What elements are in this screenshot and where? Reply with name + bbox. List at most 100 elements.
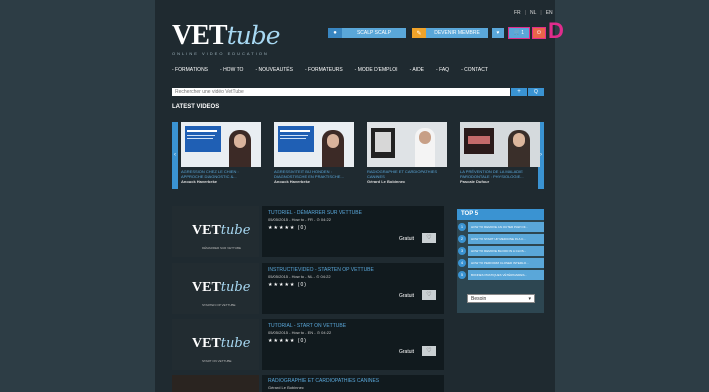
video-info: RADIOGRAPHIE ET CARDIOPATHIES CANINES Gé… [262,375,444,392]
top5-rank: 4 [458,259,466,267]
carousel-prev-button[interactable]: ‹ [172,122,178,189]
video-meta: 05/05/2015 - How to - EN - ⊙ 04:22 [268,330,332,335]
favorite-button[interactable]: ♡ [422,290,436,300]
scalp-button[interactable]: ● SCALP SCALP [328,28,406,38]
top5-label: HOW TO REMOVE BLOOD IN A CLOS... [468,246,544,256]
chevron-right-icon: › [540,152,542,158]
latest-video-author: Pascale Dufour [460,179,490,184]
video-info: TUTORIAL - START ON VETTUBE 05/05/2015 -… [262,319,444,370]
pencil-icon: ✎ [412,28,426,38]
star-rating[interactable]: ★★★★★ (0) [268,338,438,344]
favorite-button[interactable]: ♡ [422,346,436,356]
video-thumbnail [181,122,261,167]
thumb-logo-main: VET [192,280,221,295]
chevron-down-icon: ▾ [528,296,531,302]
video-title[interactable]: RADIOGRAPHIE ET CARDIOPATHIES CANINES [268,378,438,384]
user-icon: ● [328,28,342,38]
latest-video-card[interactable]: LA PRÉVENTION DE LA MALADIE PARODONTALE … [460,122,540,184]
thumb-caption: DÉMARRER SUR VETTUBE [202,246,242,250]
logo-main-text: VET [172,20,228,51]
top5-item[interactable]: 1 HOW TO REMOVE AN OUTER PAW OF... [457,222,544,232]
video-meta: Gérard Le Bobinnec [268,385,304,390]
top5-rank: 5 [458,271,466,279]
video-thumbnail [460,122,540,167]
video-title[interactable]: TUTORIAL - START ON VETTUBE [268,323,438,329]
price-label: Gratuit [398,293,414,299]
star-rating[interactable]: ★★★★★ (0) [268,282,438,288]
cart-button[interactable]: 🛒 1 [508,27,530,39]
favorite-button[interactable]: ♡ [422,233,436,243]
site-logo[interactable]: VETtube ONLINE VIDEO EDUCATION [172,20,281,57]
video-row[interactable]: VETtube STARTEN OP VETTUBE INSTRUCTIEVID… [172,263,444,314]
video-title[interactable]: TUTORIEL - DÉMARRER SUR VETTUBE [268,210,438,216]
nav-item-faq[interactable]: - FAQ [436,67,449,73]
video-thumbnail [274,122,354,167]
top5-rank: 2 [458,235,466,243]
language-switcher: FR | NL | EN [512,9,555,17]
main-nav: - FORMATIONS - HOW TO - NOUVEAUTÉS - FOR… [172,67,488,73]
latest-video-title: LA PRÉVENTION DE LA MALADIE PARODONTALE … [460,169,524,179]
nav-item-formateurs[interactable]: - FORMATEURS [305,67,343,73]
lang-separator: | [524,10,526,16]
top5-label: BONNES PRATIQUES VÉTÉRINAIRES... [468,270,544,280]
lang-separator: | [540,10,542,16]
video-thumbnail: VETtube STARTEN OP VETTUBE [172,263,259,314]
video-row[interactable]: VETtube START ON VETTUBE TUTORIAL - STAR… [172,319,444,370]
top5-item[interactable]: 5 BONNES PRATIQUES VÉTÉRINAIRES... [457,270,544,280]
video-meta: 05/05/2015 - How to - FR - ⊙ 04:22 [268,217,331,222]
nav-item-nouveautes[interactable]: - NOUVEAUTÉS [255,67,293,73]
top5-rank: 3 [458,247,466,255]
search-input[interactable] [172,88,510,96]
thumb-logo-script: tube [220,280,251,295]
thumb-logo-main: VET [192,223,221,238]
needs-select-value: Besoin [471,296,487,302]
logo-tagline: ONLINE VIDEO EDUCATION [172,51,269,56]
logout-button[interactable]: ⏻ [532,27,546,39]
become-member-button[interactable]: ✎ DEVENIR MEMBRE [412,28,488,38]
star-rating[interactable]: ★★★★★ (0) [268,225,438,231]
cart-icon: 🛒 [513,30,521,36]
member-label: DEVENIR MEMBRE [434,30,480,36]
lang-nl[interactable]: NL [528,9,538,17]
cart-count: 1 [521,30,524,36]
nav-item-formations[interactable]: - FORMATIONS [172,67,208,73]
latest-video-card[interactable]: RADIOGRAPHIE ET CARDIOPATHIES CANINES Gé… [367,122,447,184]
top5-title: TOP 5 [457,209,544,220]
lang-en[interactable]: EN [544,9,555,17]
latest-video-title: AGRESSION CHEZ LE CHIEN : APPROCHE DIAGN… [181,169,239,179]
video-info: INSTRUCTIEVIDEO - STARTEN OP VETTUBE 05/… [262,263,444,314]
nav-item-contact[interactable]: - CONTACT [461,67,488,73]
lang-fr[interactable]: FR [512,9,523,17]
latest-video-card[interactable]: AGRESSION CHEZ LE CHIEN : APPROCHE DIAGN… [181,122,261,184]
thumb-caption: STARTEN OP VETTUBE [202,303,236,307]
heart-icon: ♡ [426,292,432,298]
latest-video-card[interactable]: AGRESSIVITEIT BIJ HONDEN : DIAGNOSTISCHE… [274,122,354,184]
video-row[interactable]: RADIOGRAPHIE ET CARDIOPATHIES CANINES Gé… [172,375,444,392]
top5-item[interactable]: 2 HOW TO START UP MEDICINE IN A C... [457,234,544,244]
power-icon: ⏻ [537,30,541,36]
top5-item[interactable]: 4 HOW TO PERFORM CLOSED INTERLO... [457,258,544,268]
chevron-left-icon: ‹ [174,152,176,158]
nav-item-how-to[interactable]: - HOW TO [220,67,243,73]
top5-label: HOW TO START UP MEDICINE IN A C... [468,234,544,244]
nav-item-mode-emploi[interactable]: - MODE D'EMPLOI [355,67,398,73]
thumb-caption: START ON VETTUBE [202,359,232,363]
search-button[interactable]: Q [528,88,544,96]
heart-icon: ♡ [426,235,432,241]
page-background-right [554,0,709,392]
latest-video-title: RADIOGRAPHIE ET CARDIOPATHIES CANINES [367,169,438,179]
top5-label: HOW TO REMOVE AN OUTER PAW OF... [468,222,544,232]
heart-icon: ♥ [496,30,500,36]
video-title[interactable]: INSTRUCTIEVIDEO - STARTEN OP VETTUBE [268,267,438,273]
annotation-marker: D [548,18,564,43]
latest-video-author: Gérard Le Bobinnec [367,179,406,184]
video-info: TUTORIEL - DÉMARRER SUR VETTUBE 05/05/20… [262,206,444,257]
video-thumbnail [172,375,259,392]
video-row[interactable]: VETtube DÉMARRER SUR VETTUBE TUTORIEL - … [172,206,444,257]
search-plus-button[interactable]: + [511,88,527,96]
favorites-button[interactable]: ♥ [492,28,504,38]
video-meta: 05/05/2015 - How to - NL - ⊙ 04:22 [268,274,331,279]
top5-item[interactable]: 3 HOW TO REMOVE BLOOD IN A CLOS... [457,246,544,256]
nav-item-aide[interactable]: - AIDE [410,67,424,73]
needs-select[interactable]: Besoin ▾ [467,294,535,303]
